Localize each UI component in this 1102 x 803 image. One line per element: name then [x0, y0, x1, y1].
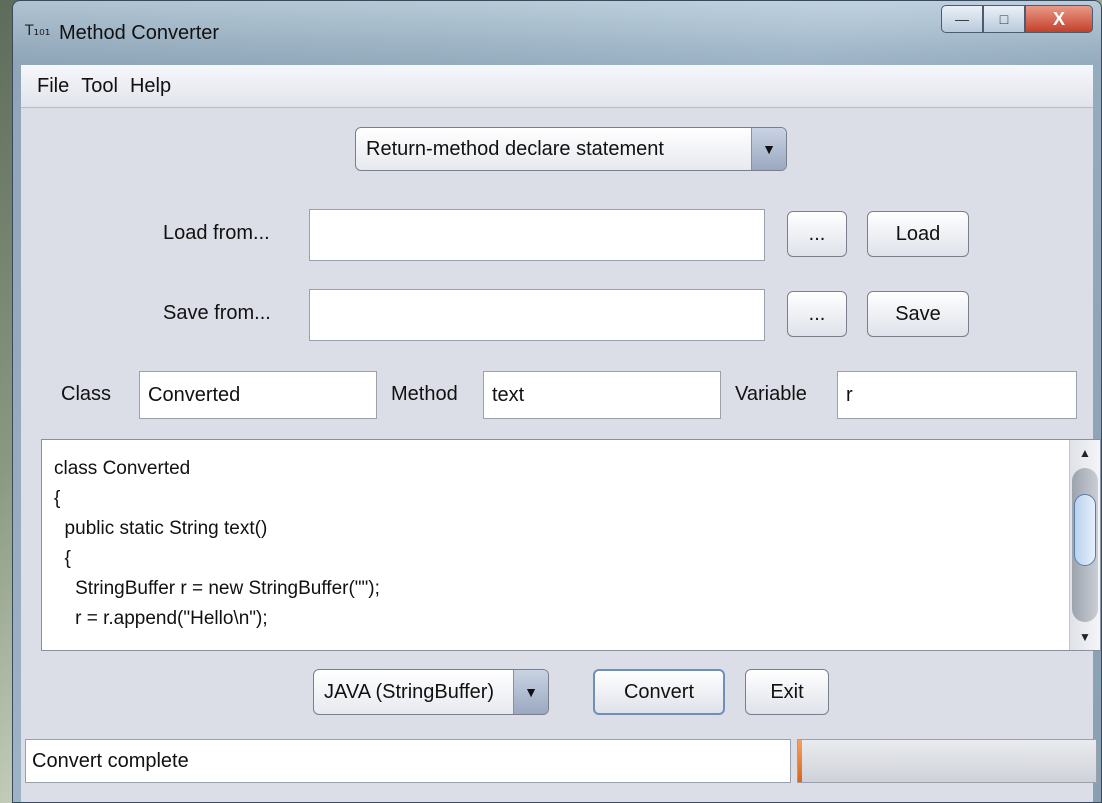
convert-button[interactable]: Convert	[593, 669, 725, 715]
menu-tool[interactable]: Tool	[79, 73, 120, 100]
scroll-up-icon[interactable]: ▲	[1070, 440, 1100, 466]
progress-bar	[797, 739, 1097, 783]
close-icon: X	[1052, 8, 1065, 29]
chevron-down-icon: ▼	[513, 670, 548, 714]
window-controls: — □ X	[941, 5, 1093, 33]
vertical-scrollbar[interactable]: ▲ ▼	[1069, 440, 1100, 650]
save-button[interactable]: Save	[867, 291, 969, 337]
content-panel: File Tool Help Return-method declare sta…	[21, 65, 1101, 802]
exit-button[interactable]: Exit	[745, 669, 829, 715]
method-label: Method	[391, 383, 458, 405]
window-title: Method Converter	[59, 22, 220, 44]
chevron-down-icon: ▼	[751, 128, 786, 170]
save-label: Save from...	[163, 302, 271, 324]
language-select-value: JAVA (StringBuffer)	[324, 680, 495, 703]
close-button[interactable]: X	[1025, 5, 1093, 33]
class-label: Class	[61, 383, 112, 405]
mode-select[interactable]: Return-method declare statement ▼	[355, 127, 787, 171]
minimize-icon: —	[955, 11, 969, 27]
maximize-button[interactable]: □	[983, 5, 1025, 33]
app-icon: T₁₀₁	[25, 23, 51, 39]
mode-select-value: Return-method declare statement	[366, 137, 664, 160]
load-path-input[interactable]	[309, 209, 765, 261]
save-path-input[interactable]	[309, 289, 765, 341]
menu-help[interactable]: Help	[128, 73, 173, 100]
load-browse-button[interactable]: ...	[787, 211, 847, 257]
variable-input[interactable]: r	[837, 371, 1077, 419]
code-output-text[interactable]: class Converted { public static String t…	[54, 454, 1060, 634]
maximize-icon: □	[999, 11, 1009, 27]
minimize-button[interactable]: —	[941, 5, 983, 33]
variable-label: Variable	[735, 383, 807, 405]
method-input[interactable]: text	[483, 371, 721, 419]
menu-file[interactable]: File	[35, 73, 71, 100]
scroll-thumb[interactable]	[1074, 494, 1096, 566]
code-output-area[interactable]: class Converted { public static String t…	[41, 439, 1101, 651]
language-select[interactable]: JAVA (StringBuffer) ▼	[313, 669, 549, 715]
scroll-down-icon[interactable]: ▼	[1070, 624, 1100, 650]
save-browse-button[interactable]: ...	[787, 291, 847, 337]
load-label: Load from...	[163, 222, 270, 244]
main-window: T₁₀₁ Method Converter — □ X File Tool He…	[12, 0, 1102, 803]
status-text: Convert complete	[25, 739, 791, 783]
class-input[interactable]: Converted	[139, 371, 377, 419]
menu-bar: File Tool Help	[21, 65, 1093, 108]
scroll-track[interactable]	[1072, 468, 1098, 622]
title-bar[interactable]: T₁₀₁ Method Converter — □ X	[13, 1, 1101, 65]
progress-fill	[798, 740, 802, 782]
load-button[interactable]: Load	[867, 211, 969, 257]
